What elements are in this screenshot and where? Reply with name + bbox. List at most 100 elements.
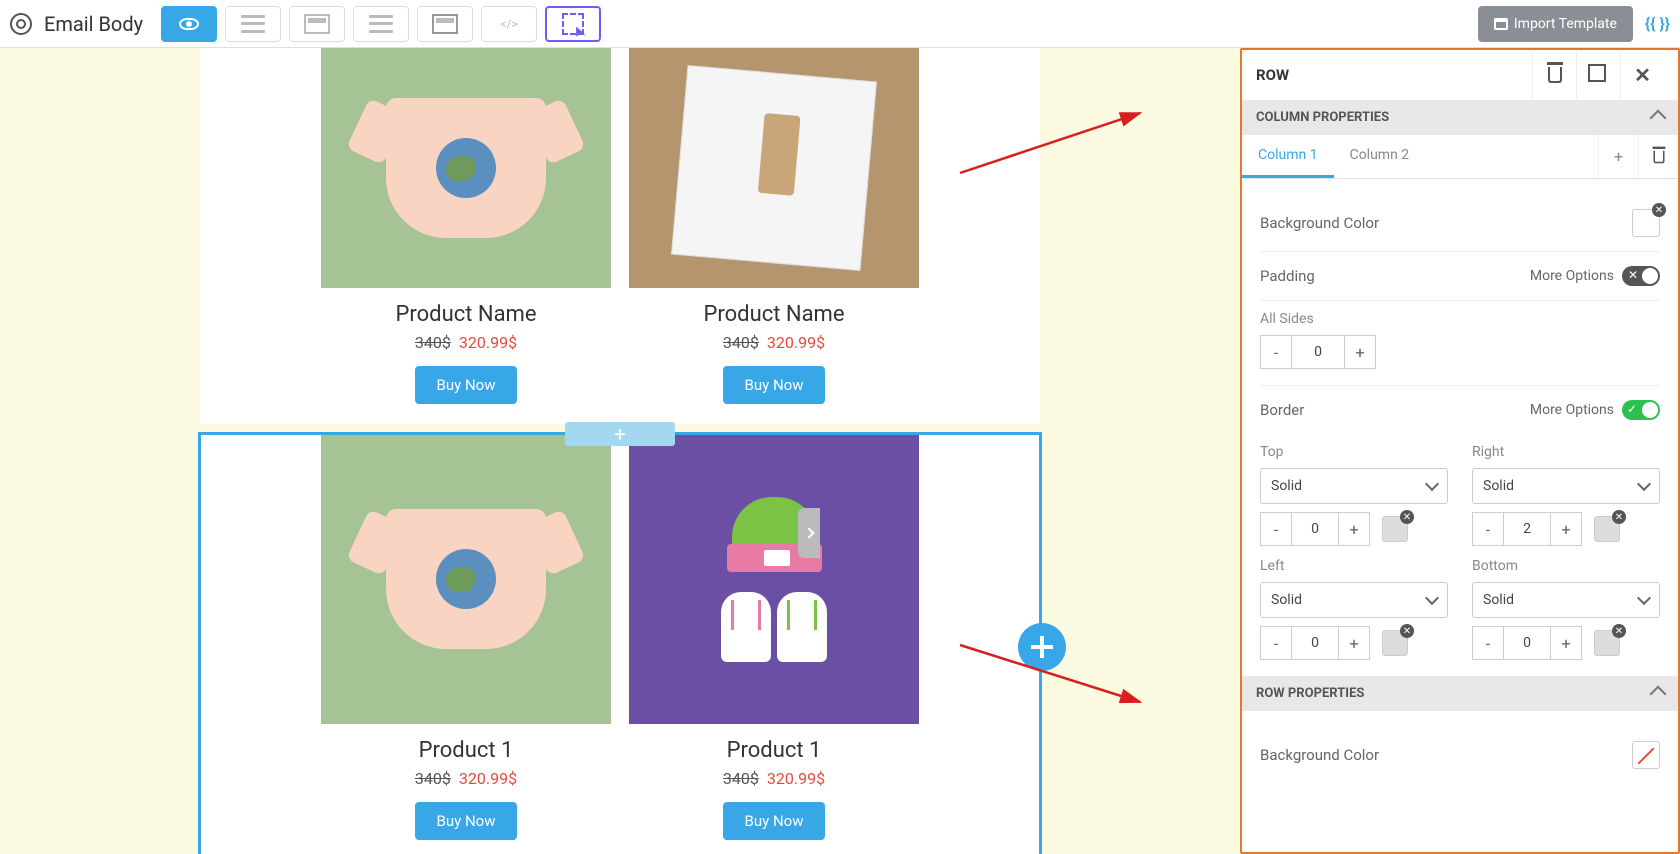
border-right-increment[interactable]: + — [1550, 512, 1582, 546]
buy-button[interactable]: Buy Now — [723, 802, 826, 840]
clear-border-top-color[interactable]: ✕ — [1400, 510, 1414, 524]
clear-bg-color-button[interactable]: ✕ — [1652, 203, 1666, 217]
page-title: Email Body — [44, 12, 143, 36]
new-price: 320.99$ — [767, 333, 825, 352]
border-top-increment[interactable]: + — [1338, 512, 1370, 546]
duplicate-icon — [1592, 68, 1606, 82]
delete-column-button[interactable] — [1638, 135, 1678, 178]
border-top-decrement[interactable]: - — [1260, 512, 1292, 546]
panel-header: ROW ✕ — [1242, 50, 1678, 100]
tab-column-2[interactable]: Column 2 — [1334, 135, 1426, 178]
merge-tags-button[interactable]: {{ }} — [1645, 14, 1670, 33]
border-right-label: Right — [1472, 444, 1660, 460]
doc-icon — [432, 14, 458, 34]
border-left-cell: Left Solid - 0 + ✕ — [1260, 558, 1448, 660]
layout-doc-button[interactable] — [417, 6, 473, 42]
canvas: Product Name 340$320.99$ Buy Now Product… — [0, 48, 1240, 854]
old-price: 340$ — [415, 333, 451, 352]
product-prices: 340$320.99$ — [629, 769, 919, 788]
old-price: 340$ — [723, 769, 759, 788]
product-prices: 340$320.99$ — [321, 769, 611, 788]
import-template-button[interactable]: Import Template — [1478, 6, 1633, 42]
duplicate-row-button[interactable] — [1576, 51, 1620, 99]
product-card[interactable]: Product Name 340$320.99$ Buy Now — [321, 48, 611, 404]
clear-border-right-color[interactable]: ✕ — [1612, 510, 1626, 524]
shoes-icon — [721, 592, 827, 662]
row-properties-body: Background Color — [1242, 711, 1678, 813]
row-bg-color-row: Background Color — [1260, 727, 1660, 783]
border-left-style-select[interactable]: Solid — [1260, 582, 1448, 618]
chevron-up-icon — [1650, 109, 1667, 126]
border-right-style-select[interactable]: Solid — [1472, 468, 1660, 504]
add-row-button[interactable]: + — [565, 422, 675, 446]
toolbar-left: Email Body </> — [10, 6, 601, 42]
padding-row: Padding More Options ✕ — [1260, 252, 1660, 301]
all-sides-decrement[interactable]: - — [1260, 335, 1292, 369]
all-sides-increment[interactable]: + — [1344, 335, 1376, 369]
product-row-selected[interactable]: + Product 1 340$320.99$ Buy Now — [200, 434, 1040, 854]
delete-row-button[interactable] — [1532, 51, 1576, 99]
layout-image-top-button[interactable] — [289, 6, 345, 42]
border-right-decrement[interactable]: - — [1472, 512, 1504, 546]
row-bg-color-swatch[interactable] — [1632, 741, 1660, 769]
border-top-style-select[interactable]: Solid — [1260, 468, 1448, 504]
tshirt-graphic — [386, 98, 546, 238]
globe-icon — [436, 138, 496, 198]
bg-color-label: Background Color — [1260, 214, 1379, 232]
border-top-style-value: Solid — [1271, 478, 1302, 494]
row-properties-header[interactable]: ROW PROPERTIES — [1242, 676, 1678, 711]
import-template-label: Import Template — [1514, 16, 1617, 32]
chevron-down-icon — [1637, 477, 1651, 491]
globe-icon — [436, 549, 496, 609]
border-row: Border More Options ✓ — [1260, 386, 1660, 434]
product-image — [629, 48, 919, 288]
border-left-width-stepper: - 0 + — [1260, 626, 1370, 660]
tab-column-1[interactable]: Column 1 — [1242, 135, 1334, 178]
layout-text-button[interactable] — [225, 6, 281, 42]
border-bottom-decrement[interactable]: - — [1472, 626, 1504, 660]
border-top-label: Top — [1260, 444, 1448, 460]
border-top-value[interactable]: 0 — [1292, 512, 1338, 546]
product-image — [321, 434, 611, 724]
column-properties-header[interactable]: COLUMN PROPERTIES — [1242, 100, 1678, 135]
tshirt-graphic — [386, 509, 546, 649]
padding-more-options-label: More Options — [1530, 268, 1614, 284]
product-name: Product Name — [629, 302, 919, 327]
select-mode-button[interactable] — [545, 6, 601, 42]
product-row[interactable]: Product Name 340$320.99$ Buy Now Product… — [200, 48, 1040, 424]
padding-more-options-toggle[interactable]: ✕ — [1622, 266, 1660, 286]
close-panel-button[interactable]: ✕ — [1620, 51, 1664, 99]
border-left-decrement[interactable]: - — [1260, 626, 1292, 660]
chevron-down-icon — [1637, 591, 1651, 605]
column-tab-actions: + — [1598, 135, 1678, 178]
border-bottom-increment[interactable]: + — [1550, 626, 1582, 660]
marquee-select-icon — [562, 13, 584, 35]
preview-button[interactable] — [161, 6, 217, 42]
border-bottom-value[interactable]: 0 — [1504, 626, 1550, 660]
move-icon — [1031, 636, 1053, 658]
panel-title: ROW — [1256, 66, 1289, 84]
product-card[interactable]: Product Name 340$ 320.99$ Buy Now — [629, 48, 919, 404]
border-left-value[interactable]: 0 — [1292, 626, 1338, 660]
code-view-button[interactable]: </> — [481, 6, 537, 42]
border-more-options-toggle[interactable]: ✓ — [1622, 400, 1660, 420]
buy-button[interactable]: Buy Now — [415, 802, 518, 840]
all-sides-value[interactable]: 0 — [1292, 335, 1344, 369]
border-left-style-value: Solid — [1271, 592, 1302, 608]
product-card[interactable]: Product 1 340$320.99$ Buy Now — [321, 434, 611, 840]
add-column-button[interactable]: + — [1598, 135, 1638, 178]
clear-border-bottom-color[interactable]: ✕ — [1612, 624, 1626, 638]
border-bottom-style-select[interactable]: Solid — [1472, 582, 1660, 618]
border-right-style-value: Solid — [1483, 478, 1514, 494]
buy-button[interactable]: Buy Now — [415, 366, 518, 404]
border-left-increment[interactable]: + — [1338, 626, 1370, 660]
collapse-panel-button[interactable] — [798, 508, 820, 558]
move-row-handle[interactable] — [1018, 623, 1066, 671]
border-right-value[interactable]: 2 — [1504, 512, 1550, 546]
old-price: 340$ — [723, 333, 759, 352]
product-card[interactable]: Product 1 340$320.99$ Buy Now — [629, 434, 919, 840]
buy-button[interactable]: Buy Now — [723, 366, 826, 404]
layout-text2-button[interactable] — [353, 6, 409, 42]
clear-border-left-color[interactable]: ✕ — [1400, 624, 1414, 638]
lines-icon — [241, 15, 265, 33]
